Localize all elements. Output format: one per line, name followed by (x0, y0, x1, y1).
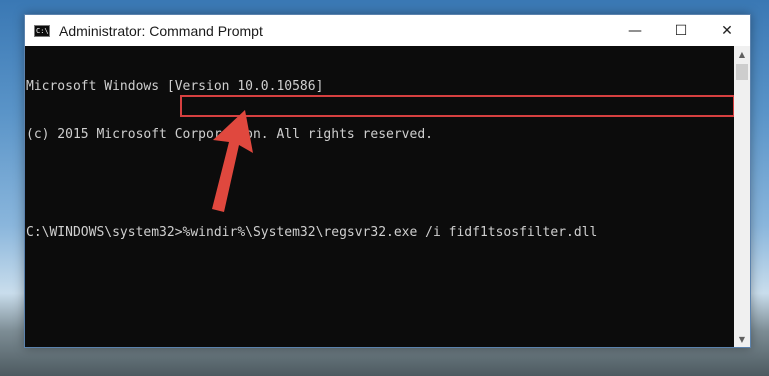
console-line: (c) 2015 Microsoft Corporotion. All righ… (26, 127, 433, 142)
red-arrow-icon (212, 110, 253, 212)
maximize-button[interactable]: ☐ (658, 15, 704, 46)
console-line: Microsoft Windows [Version 10.0.10586] (26, 79, 324, 94)
title-bar[interactable]: C:\ Administrator: Command Prompt — ☐ ✕ (25, 15, 750, 46)
window-controls: — ☐ ✕ (612, 15, 750, 46)
window-title: Administrator: Command Prompt (59, 22, 263, 39)
scroll-thumb[interactable] (736, 64, 748, 80)
command-prompt-window: C:\ Administrator: Command Prompt — ☐ ✕ … (24, 14, 751, 348)
scroll-up-icon[interactable]: ▲ (734, 46, 750, 62)
console-output[interactable]: Microsoft Windows [Version 10.0.10586] (… (25, 46, 735, 347)
close-button[interactable]: ✕ (704, 15, 750, 46)
command-line[interactable]: C:\WINDOWS\system32>%windir%\System32\re… (26, 225, 735, 241)
minimize-button[interactable]: — (612, 15, 658, 46)
scroll-down-icon[interactable]: ▼ (734, 331, 750, 347)
vertical-scrollbar[interactable]: ▲ ▼ (734, 46, 750, 347)
cmd-icon: C:\ (34, 24, 50, 37)
